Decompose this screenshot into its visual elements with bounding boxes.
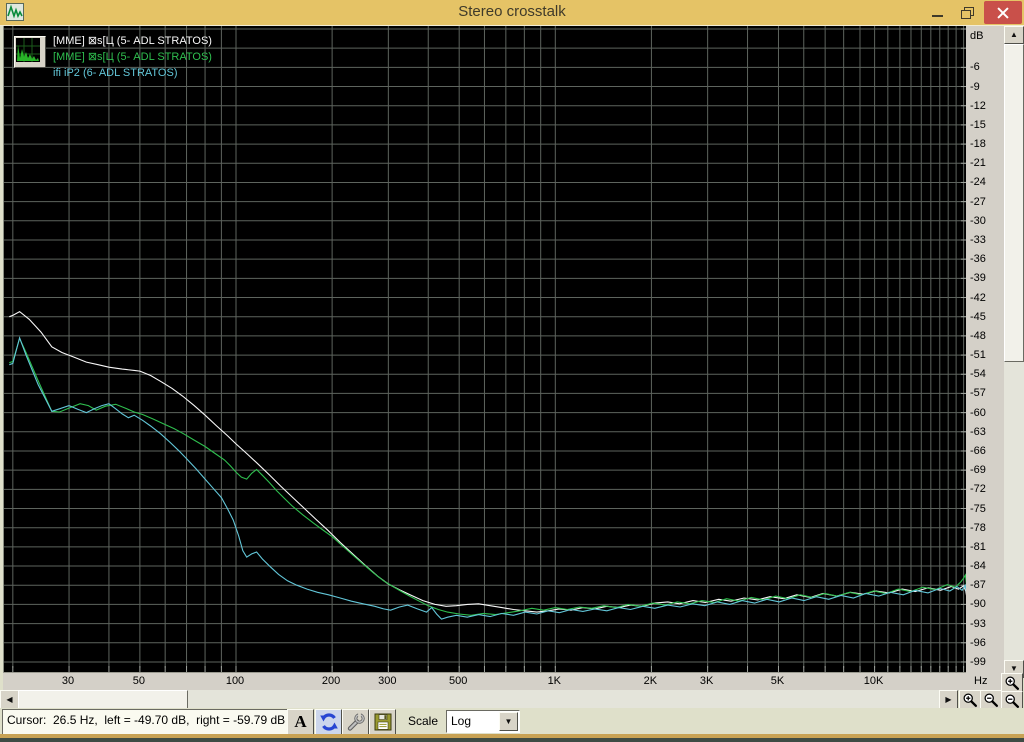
dropdown-arrow-icon[interactable]: ▼	[499, 712, 518, 731]
horizontal-scrollbar[interactable]: ◀ ▶	[0, 690, 958, 709]
save-button[interactable]	[369, 709, 396, 735]
y-axis-tick-label: -60	[970, 406, 986, 419]
app-window: Stereo crosstalk [MME] ⊠s[Ц (5- ADL STRA…	[0, 0, 1024, 742]
y-axis-tick-label: -42	[970, 291, 986, 304]
y-axis-tick-label: -72	[970, 483, 986, 496]
x-axis-tick-label: 50	[132, 675, 145, 687]
y-axis-tick-label: -30	[970, 214, 986, 227]
y-axis-tick-label: -6	[970, 61, 980, 74]
y-axis-tick-label: -36	[970, 253, 986, 266]
x-axis-tick-label: 10K	[863, 675, 884, 687]
font-button[interactable]: A	[287, 709, 314, 735]
y-axis-tick-label: -45	[970, 310, 986, 323]
y-axis-tick-label: -69	[970, 464, 986, 477]
vertical-scrollbar[interactable]: ▲ ▼	[1004, 26, 1024, 678]
y-axis-tick-label: -66	[970, 444, 986, 457]
y-axis-tick-label: -21	[970, 157, 986, 170]
desktop-background-strip	[0, 738, 1024, 742]
cursor-readout: Cursor: 26.5 Hz, left = -49.70 dB, right…	[2, 709, 288, 735]
scroll-right-button[interactable]: ▶	[939, 690, 958, 709]
y-axis-tick-label: -84	[970, 560, 986, 573]
scale-label: Scale	[408, 714, 439, 728]
spectrum-thumbnail-button[interactable]	[14, 36, 46, 68]
x-axis-tick-label: 30	[61, 675, 75, 687]
x-axis-tick-label: 200	[321, 675, 341, 687]
y-axis-tick-label: -63	[970, 425, 986, 438]
legend-item-cyan: ifi iP2 (6- ADL STRATOS)	[53, 67, 178, 79]
x-axis-tick-label: 1K	[547, 675, 562, 687]
y-axis-tick-label: -93	[970, 617, 986, 630]
y-axis-tick-label: -96	[970, 636, 986, 649]
x-axis-tick-label: 5K	[770, 675, 785, 687]
refresh-button[interactable]	[315, 709, 342, 735]
y-axis-tick-label: -24	[970, 176, 986, 189]
x-axis-tick-label: 3K	[699, 675, 714, 687]
plot-background	[4, 26, 967, 672]
x-axis-tick-label: 500	[448, 675, 468, 687]
legend: [MME] ⊠s[Ц (5- ADL STRATOS) [MME] ⊠s[Ц (5…	[53, 33, 212, 81]
status-bar: Cursor: 26.5 Hz, left = -49.70 dB, right…	[0, 708, 1024, 735]
y-axis-tick-label: -99	[970, 655, 986, 668]
y-axis-tick-label: -12	[970, 99, 986, 112]
x-axis-tick-label: 2K	[643, 675, 658, 687]
restore-button[interactable]	[952, 0, 982, 25]
horizontal-zoom-in-button[interactable]	[959, 690, 981, 709]
crosstalk-plot[interactable]: [MME] ⊠s[Ц (5- ADL STRATOS) [MME] ⊠s[Ц (5…	[3, 26, 969, 672]
y-axis-tick-label: -39	[970, 272, 986, 285]
y-axis-tick-label: -75	[970, 502, 986, 515]
y-axis-tick-label: -87	[970, 579, 986, 592]
y-axis-tick-label: -78	[970, 521, 986, 534]
horizontal-zoom-out-button[interactable]	[980, 690, 1002, 709]
legend-item-green: [MME] ⊠s[Ц (5- ADL STRATOS)	[53, 51, 212, 63]
x-axis-tick-label: 300	[378, 675, 397, 687]
scale-dropdown-value: Log	[451, 714, 472, 728]
title-bar[interactable]: Stereo crosstalk	[0, 0, 1024, 26]
y-axis-tick-label: -81	[970, 540, 986, 553]
close-icon	[997, 6, 1009, 19]
vertical-scrollbar-thumb[interactable]	[1004, 44, 1024, 362]
y-axis-tick-label: -18	[970, 138, 986, 151]
vertical-zoom-in-button[interactable]	[1001, 673, 1023, 692]
y-axis-tick-label: -51	[970, 349, 986, 362]
minimize-button[interactable]	[922, 0, 952, 25]
y-axis-tick-label: -9	[970, 80, 980, 93]
y-axis-unit-label: dB	[970, 30, 984, 42]
settings-wrench-button[interactable]	[342, 709, 369, 735]
minimize-icon	[931, 14, 943, 17]
y-axis-tick-label: -15	[970, 118, 986, 131]
y-axis-labels: dB -6 -9 -12 -15 -18 -21 -24 -27 -30 -33 -36 -39 -42 -…	[966, 26, 1004, 672]
restore-icon	[961, 7, 974, 19]
scroll-left-button[interactable]: ◀	[0, 690, 19, 709]
y-axis-tick-label: -90	[970, 598, 986, 611]
y-axis-tick-label: -33	[970, 233, 986, 246]
window-title: Stereo crosstalk	[458, 3, 566, 20]
y-axis-tick-label: -27	[970, 195, 986, 208]
close-button[interactable]	[984, 1, 1022, 24]
y-axis-tick-label: -57	[970, 387, 986, 400]
plot-canvas[interactable]	[4, 26, 969, 672]
y-axis-tick-label: -54	[970, 368, 986, 381]
scale-dropdown[interactable]: Log ▼	[446, 710, 520, 733]
horizontal-scrollbar-thumb[interactable]	[18, 690, 188, 709]
x-axis-labels: 30 50 100 200 300 500 1K 2K 3K 5K 10K	[3, 672, 966, 691]
scroll-up-button[interactable]: ▲	[1004, 26, 1024, 44]
x-axis-tick-label: 100	[225, 675, 245, 687]
y-axis-tick-label: -48	[970, 329, 986, 342]
legend-item-white: [MME] ⊠s[Ц (5- ADL STRATOS)	[53, 35, 212, 47]
